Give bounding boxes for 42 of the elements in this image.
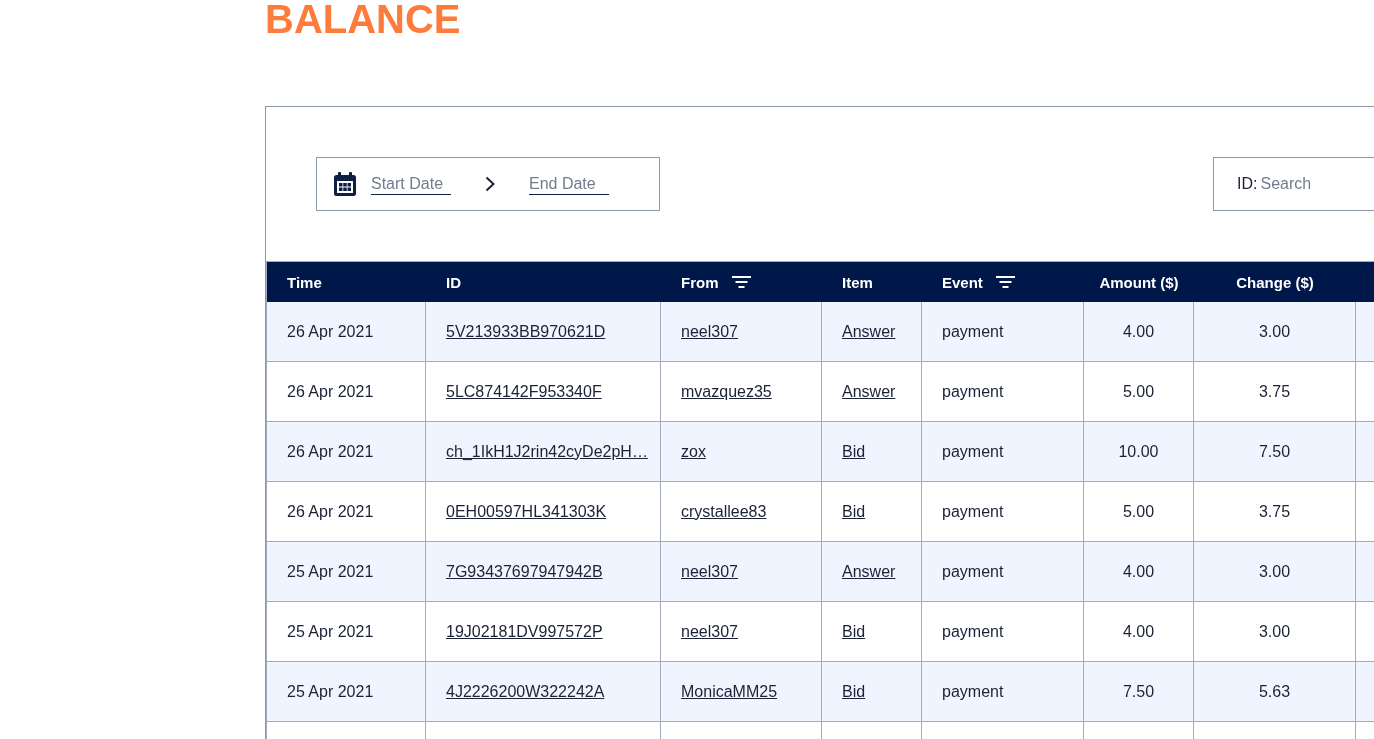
- cell-link[interactable]: neel307: [681, 562, 738, 581]
- cell-link[interactable]: Answer: [842, 562, 896, 581]
- column-header: Change ($): [1236, 273, 1314, 291]
- cell-link[interactable]: 0EH00597HL341303K: [446, 502, 607, 521]
- end-date-field[interactable]: End Date: [529, 173, 609, 195]
- cell-link[interactable]: neel307: [681, 322, 738, 341]
- column-header: Item: [842, 273, 873, 291]
- cell-link[interactable]: 5V213933BB970621D: [446, 322, 606, 341]
- column-header: Amount ($): [1099, 273, 1179, 291]
- cell-link[interactable]: 4J2226200W322242A: [446, 682, 605, 701]
- table-cell: 5.63: [1194, 662, 1356, 722]
- cell-link[interactable]: 19J02181DV997572P: [446, 622, 603, 641]
- column-header: From: [681, 273, 719, 291]
- column-header: ID: [446, 273, 461, 291]
- column-header: Time: [287, 273, 322, 291]
- start-date-field[interactable]: Start Date: [371, 173, 451, 195]
- id-search-field[interactable]: ID: Search: [1213, 157, 1374, 211]
- cell-link[interactable]: Bid: [842, 442, 866, 461]
- chevron-right-icon: [485, 176, 495, 192]
- cell-link[interactable]: neel307: [681, 622, 738, 641]
- cell-link[interactable]: Answer: [842, 322, 896, 341]
- cell-link[interactable]: Bid: [842, 502, 866, 521]
- table-cell: 25 Apr 2021: [267, 662, 426, 722]
- table-cell: payment: [922, 662, 1084, 722]
- cell-link[interactable]: Bid: [842, 622, 866, 641]
- cell-link[interactable]: 5LC874142F953340F: [446, 382, 602, 401]
- cell-link[interactable]: Answer: [842, 382, 896, 401]
- cell-link[interactable]: MonicaMM25: [681, 682, 778, 701]
- cell-link[interactable]: zox: [681, 442, 706, 461]
- calendar-icon[interactable]: [334, 172, 356, 196]
- filter-icon[interactable]: [995, 275, 1015, 289]
- page-title: BALANCE: [265, 0, 461, 38]
- cell-link[interactable]: Bid: [842, 682, 866, 701]
- column-header: Event: [942, 273, 983, 291]
- cell-link[interactable]: mvazquez35: [681, 382, 772, 401]
- id-label: ID:: [1237, 175, 1258, 193]
- cell-link[interactable]: crystallee83: [681, 502, 767, 521]
- table-cell: 7.50: [1084, 662, 1194, 722]
- cell-link[interactable]: ch_1IkH1J2rin42cyDe2pH…: [446, 442, 648, 461]
- filter-icon[interactable]: [731, 275, 751, 289]
- search-input[interactable]: Search: [1260, 173, 1374, 195]
- cell-link[interactable]: 7G93437697947942B: [446, 562, 603, 581]
